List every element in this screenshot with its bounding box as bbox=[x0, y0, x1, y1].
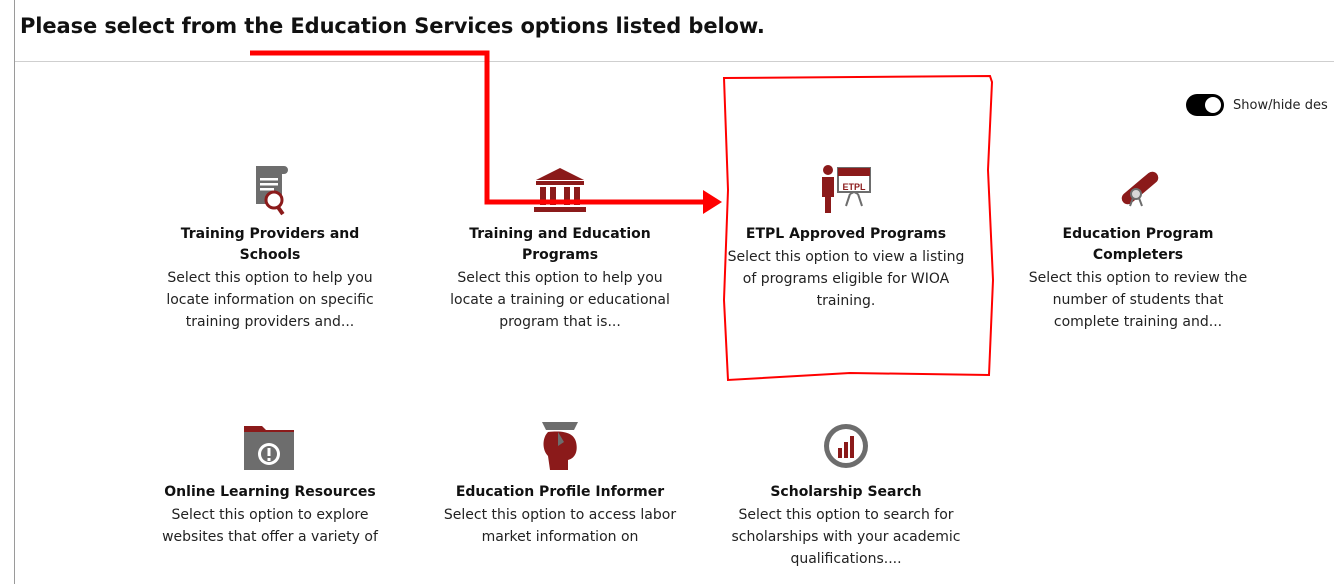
building-columns-icon bbox=[534, 168, 586, 212]
card-etpl-approved-programs[interactable]: ETPL ETPL Approved Programs Select this … bbox=[726, 160, 966, 312]
card-training-providers[interactable]: Training Providers and Schools Select th… bbox=[150, 160, 390, 333]
toggle-label: Show/hide des bbox=[1233, 97, 1328, 113]
page-title: Please select from the Education Service… bbox=[20, 14, 765, 38]
card-title: Education Program Completers bbox=[1062, 226, 1214, 263]
card-description: Select this option to access labor marke… bbox=[443, 507, 677, 545]
card-title: Training Providers and Schools bbox=[180, 226, 360, 263]
card-title: ETPL Approved Programs bbox=[745, 226, 947, 242]
card-online-learning-resources[interactable]: Online Learning Resources Select this op… bbox=[150, 418, 390, 548]
card-description: Select this option to help you locate in… bbox=[166, 270, 374, 330]
diploma-icon bbox=[1121, 171, 1159, 207]
folder-alert-icon bbox=[244, 426, 294, 470]
card-description: Select this option to review the number … bbox=[1028, 270, 1248, 330]
svg-text:ETPL: ETPL bbox=[842, 182, 866, 192]
card-scholarship-search[interactable]: Scholarship Search Select this option to… bbox=[726, 418, 966, 570]
card-training-education-programs[interactable]: Training and Education Programs Select t… bbox=[440, 160, 680, 333]
show-hide-descriptions-toggle[interactable]: Show/hide des bbox=[1186, 94, 1328, 116]
graduate-head-icon bbox=[542, 422, 578, 470]
card-title: Online Learning Resources bbox=[164, 484, 376, 500]
card-description: Select this option to search for scholar… bbox=[731, 507, 961, 567]
card-education-program-completers[interactable]: Education Program Completers Select this… bbox=[1018, 160, 1258, 333]
card-description: Select this option to help you locate a … bbox=[450, 270, 670, 330]
card-description: Select this option to view a listing of … bbox=[727, 249, 965, 309]
card-education-profile-informer[interactable]: Education Profile Informer Select this o… bbox=[440, 418, 680, 548]
header-divider bbox=[15, 61, 1334, 62]
card-description: Select this option to explore websites t… bbox=[162, 507, 378, 545]
scroll-magnifier-icon bbox=[256, 166, 288, 216]
toggle-switch[interactable] bbox=[1186, 94, 1224, 116]
card-title: Training and Education Programs bbox=[469, 226, 651, 263]
chart-circle-icon bbox=[824, 424, 868, 468]
card-title: Scholarship Search bbox=[770, 484, 922, 500]
card-title: Education Profile Informer bbox=[455, 484, 665, 500]
presenter-board-icon: ETPL bbox=[822, 165, 871, 213]
